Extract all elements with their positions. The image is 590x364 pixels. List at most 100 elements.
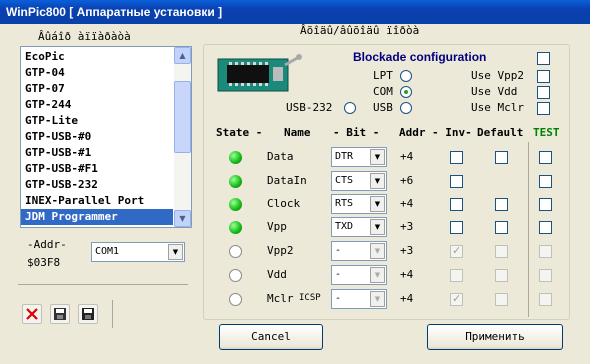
addr-value: +3 [400, 220, 414, 233]
port-combo[interactable]: COM1 ▼ [91, 242, 185, 262]
programmer-listbox[interactable]: EcoPic GTP-04 GTP-07 GTP-244 GTP-Lite GTP-USB… [20, 46, 192, 228]
bit-combo-value: - [335, 245, 342, 256]
test-checkbox[interactable] [539, 221, 552, 234]
col-state: State - [216, 126, 263, 139]
programmer-items: EcoPic GTP-04 GTP-07 GTP-244 GTP-Lite GTP-USB… [21, 49, 173, 225]
default-checkbox[interactable] [495, 269, 508, 282]
delete-button[interactable] [22, 304, 42, 324]
inv-checkbox[interactable] [450, 198, 463, 211]
save-as-icon [54, 308, 66, 320]
bit-combo[interactable]: RTS ▼ [331, 194, 387, 214]
inv-checkbox[interactable] [450, 151, 463, 164]
programmer-list-item[interactable]: GTP-USB-#0 [21, 129, 173, 145]
addr-value: +4 [400, 197, 414, 210]
chevron-down-icon[interactable]: ▼ [370, 219, 385, 235]
test-checkbox[interactable] [539, 151, 552, 164]
addr-value: +4 [400, 268, 414, 281]
cancel-button[interactable]: Cancel [219, 324, 323, 350]
signal-name: Vpp [267, 220, 287, 233]
list-scrollbar[interactable]: ▲ ▼ [174, 47, 191, 227]
state-led [229, 293, 242, 306]
com-label: COM [373, 85, 393, 98]
bit-combo[interactable]: CTS ▼ [331, 171, 387, 191]
addr-value: +4 [400, 292, 414, 305]
test-checkbox[interactable] [539, 293, 552, 306]
bit-combo-value: DTR [335, 151, 354, 162]
io-header: Âõîäû/âûõîäû ïîðòà [300, 24, 420, 37]
programmer-list-item[interactable]: GTP-07 [21, 81, 173, 97]
col-name: Name [284, 126, 311, 139]
chevron-down-icon[interactable]: ▼ [370, 149, 385, 165]
bit-combo[interactable]: TXD ▼ [331, 217, 387, 237]
addr-value: +3 [400, 244, 414, 257]
usb-label: USB [373, 101, 393, 114]
delete-icon [26, 308, 38, 320]
programmer-list-item[interactable]: GTP-USB-#F1 [21, 161, 173, 177]
test-checkbox[interactable] [539, 175, 552, 188]
blockade-checkbox[interactable] [537, 52, 550, 65]
save-button[interactable] [78, 304, 98, 324]
inv-checkbox[interactable]: ✓ [450, 292, 463, 306]
chevron-down-icon[interactable]: ▼ [168, 244, 183, 260]
default-checkbox[interactable] [495, 293, 508, 306]
default-checkbox[interactable] [495, 198, 508, 211]
scroll-down-icon[interactable]: ▼ [174, 210, 191, 227]
chevron-down-icon[interactable]: ▼ [370, 173, 385, 189]
programmer-list-item[interactable]: JDM Programmer [21, 209, 173, 225]
chevron-down-icon[interactable]: ▼ [370, 267, 385, 283]
signal-name: Vdd [267, 268, 287, 281]
programmer-list-item[interactable]: GTP-244 [21, 97, 173, 113]
test-checkbox[interactable] [539, 245, 552, 258]
use-vpp2-checkbox[interactable] [537, 70, 550, 83]
lpt-radio[interactable] [400, 70, 412, 82]
scroll-thumb[interactable] [174, 81, 191, 153]
signal-name: Mclr [267, 292, 294, 305]
programmer-list-item[interactable]: GTP-USB-#1 [21, 145, 173, 161]
use-vdd-checkbox[interactable] [537, 86, 550, 99]
apply-button[interactable]: Применить [427, 324, 563, 350]
default-checkbox[interactable] [495, 245, 508, 258]
addr-value: $03F8 [27, 256, 61, 269]
programmer-list-item[interactable]: GTP-Lite [21, 113, 173, 129]
com-radio[interactable] [400, 86, 412, 98]
inv-checkbox[interactable] [450, 221, 463, 234]
addr-value: +6 [400, 174, 414, 187]
programmer-list-item[interactable]: EcoPic [21, 49, 173, 65]
addr-value: +4 [400, 150, 414, 163]
usb232-label: USB-232 [286, 101, 333, 114]
window-title: WinPic800 [ Аппаратные установки ] [0, 0, 590, 24]
test-checkbox[interactable] [539, 269, 552, 282]
bit-combo[interactable]: DTR ▼ [331, 147, 387, 167]
col-addr: Addr [399, 126, 426, 139]
chevron-down-icon[interactable]: ▼ [370, 291, 385, 307]
scroll-up-icon[interactable]: ▲ [174, 47, 191, 64]
bit-combo-value: - [335, 269, 342, 280]
bit-combo-value: RTS [335, 198, 354, 209]
usb232-radio[interactable] [344, 102, 356, 114]
programmer-list-item[interactable]: GTP-04 [21, 65, 173, 81]
programmer-list-item[interactable]: GTP-USB-232 [21, 177, 173, 193]
state-led [229, 198, 242, 211]
inv-checkbox[interactable] [450, 175, 463, 188]
bit-combo[interactable]: - ▼ [331, 289, 387, 309]
default-checkbox[interactable] [495, 151, 508, 164]
chevron-down-icon[interactable]: ▼ [370, 243, 385, 259]
state-led [229, 151, 242, 164]
bit-combo[interactable]: - ▼ [331, 241, 387, 261]
signal-name: Clock [267, 197, 301, 210]
inv-checkbox[interactable] [450, 269, 463, 282]
state-led [229, 221, 242, 234]
usb-radio[interactable] [400, 102, 412, 114]
chevron-down-icon[interactable]: ▼ [370, 196, 385, 212]
bit-combo-value: - [335, 293, 342, 304]
signal-name: Vpp2 [267, 244, 294, 257]
default-checkbox[interactable] [495, 221, 508, 234]
inv-checkbox[interactable]: ✓ [450, 244, 463, 258]
programmer-list-item[interactable]: INEX-Parallel Port [21, 193, 173, 209]
test-checkbox[interactable] [539, 198, 552, 211]
state-led [229, 269, 242, 282]
use-mclr-checkbox[interactable] [537, 102, 550, 115]
bit-combo[interactable]: - ▼ [331, 265, 387, 285]
col-inv: - Inv- [432, 126, 472, 139]
save-as-button[interactable] [50, 304, 70, 324]
